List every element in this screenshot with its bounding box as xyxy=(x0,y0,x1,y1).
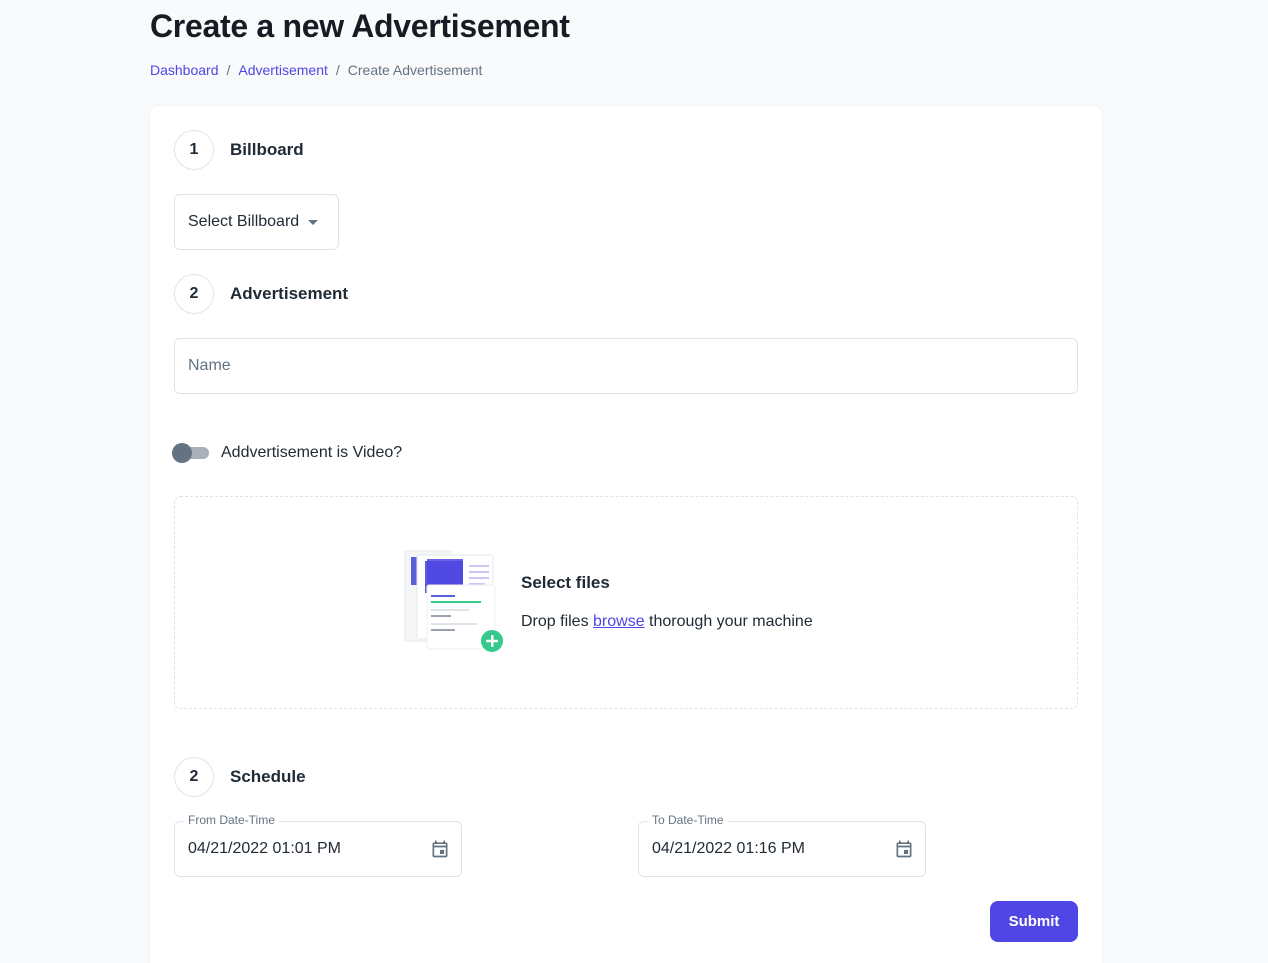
upload-files-illustration-icon xyxy=(404,550,505,654)
submit-button[interactable]: Submit xyxy=(990,901,1078,942)
billboard-select-value: Select Billboard xyxy=(188,213,300,230)
step-label: Schedule xyxy=(230,767,306,786)
billboard-select[interactable]: Select Billboard xyxy=(174,194,339,250)
video-toggle-row: Addvertisement is Video? xyxy=(172,442,402,464)
calendar-icon[interactable] xyxy=(894,839,914,859)
name-input[interactable] xyxy=(174,338,1078,394)
video-toggle-label: Addvertisement is Video? xyxy=(221,444,403,461)
dropzone-description: Drop files browse thorough your machine xyxy=(521,613,813,631)
step-advertisement: 2 Advertisement xyxy=(174,274,348,314)
breadcrumb: Dashboard / Advertisement / Create Adver… xyxy=(150,62,482,78)
video-toggle[interactable] xyxy=(172,442,209,464)
form-card: 1 Billboard Select Billboard 2 Advertise… xyxy=(150,106,1102,963)
dropzone-desc-prefix: Drop files xyxy=(521,613,594,630)
caret-down-icon xyxy=(308,219,319,225)
toggle-thumb xyxy=(172,443,192,463)
step-billboard: 1 Billboard xyxy=(174,130,304,170)
step-schedule: 2 Schedule xyxy=(174,757,306,797)
from-datetime-value: 04/21/2022 01:01 PM xyxy=(188,840,342,857)
to-datetime-legend: To Date-Time xyxy=(648,813,728,827)
calendar-icon[interactable] xyxy=(430,839,450,859)
breadcrumb-dashboard[interactable]: Dashboard xyxy=(150,62,219,78)
breadcrumb-separator: / xyxy=(335,62,340,78)
dropzone-desc-suffix: thorough your machine xyxy=(644,613,813,630)
to-datetime-value: 04/21/2022 01:16 PM xyxy=(652,840,806,857)
breadcrumb-advertisement[interactable]: Advertisement xyxy=(238,62,327,78)
breadcrumb-current: Create Advertisement xyxy=(347,62,483,78)
step-number: 2 xyxy=(174,757,214,797)
step-number: 1 xyxy=(174,130,214,170)
step-label: Billboard xyxy=(230,140,304,159)
step-number: 2 xyxy=(174,274,214,314)
from-datetime-field[interactable]: From Date-Time 04/21/2022 01:01 PM xyxy=(174,813,462,877)
browse-link[interactable]: browse xyxy=(593,613,645,630)
dropzone-title: Select files xyxy=(521,573,610,592)
breadcrumb-separator: / xyxy=(226,62,231,78)
file-dropzone[interactable]: Select files Drop files browse thorough … xyxy=(174,496,1078,709)
from-datetime-legend: From Date-Time xyxy=(184,813,279,827)
page-title: Create a new Advertisement xyxy=(150,8,570,44)
to-datetime-field[interactable]: To Date-Time 04/21/2022 01:16 PM xyxy=(638,813,926,877)
step-label: Advertisement xyxy=(230,284,349,303)
